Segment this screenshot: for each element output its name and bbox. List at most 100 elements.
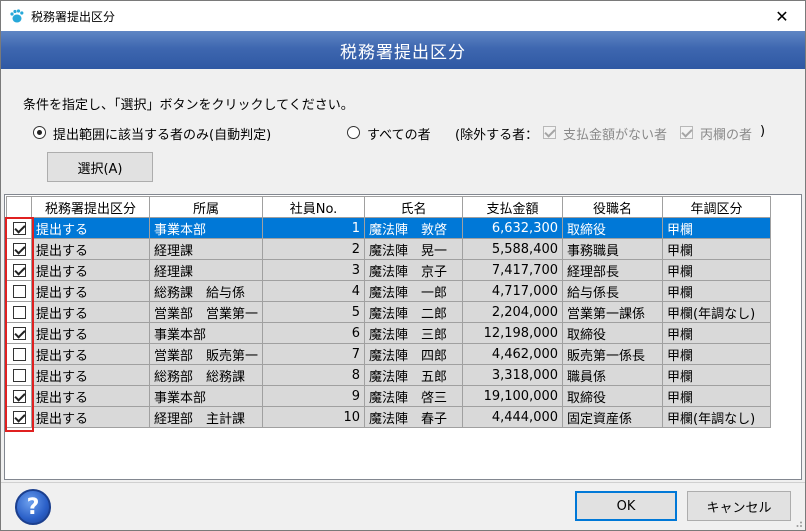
cell-no: 7 [262,343,366,365]
cell-amount: 4,717,000 [462,280,564,302]
row-checkbox[interactable] [12,368,26,382]
ok-button[interactable]: OK [575,491,677,521]
cell-dept: 営業部 販売第一 [148,343,264,365]
row-checkbox[interactable] [12,389,26,403]
exclude-nopay-checkbox[interactable] [543,126,556,139]
row-checkbox[interactable] [12,263,26,277]
table-row[interactable]: 提出する 営業部 営業第一 5 魔法陣 二郎 2,204,000 営業第一課係 甲欄(年調な… [6,301,772,323]
column-header[interactable] [6,196,32,218]
cell-title: 事務職員 [562,238,664,260]
cell-no: 8 [262,364,366,386]
cell-dept: 営業部 営業第一 [148,301,264,323]
row-checkbox-cell [6,238,32,260]
column-header[interactable]: 所属 [148,196,264,218]
employee-grid[interactable]: 税務署提出区分 所属 社員No. 氏名 支払金額 役職名 年調区分 提出する 事業本部 1 魔法陣… [4,194,802,480]
table-row[interactable]: 提出する 総務課 給与係 4 魔法陣 一郎 4,717,000 給与係長 甲欄 [6,280,772,302]
cell-no: 4 [262,280,366,302]
row-checkbox[interactable] [12,410,26,424]
help-icon: ? [26,494,40,520]
table-row[interactable]: 提出する 事業本部 1 魔法陣 敦啓 6,632,300 取締役 甲欄 [6,217,772,239]
cell-kubun: 提出する [31,322,150,344]
cancel-button[interactable]: キャンセル [687,491,791,521]
cell-amount: 5,588,400 [462,238,564,260]
table-row[interactable]: 提出する 経理部 主計課 10 魔法陣 春子 4,444,000 固定資産係 甲欄(年調なし… [6,406,772,428]
cell-kubun: 提出する [31,280,150,302]
cell-dept: 事業本部 [148,385,264,407]
column-header[interactable]: 税務署提出区分 [31,196,150,218]
cell-no: 10 [262,406,366,428]
dialog-window: 税務署提出区分 ✕ 税務署提出区分 条件を指定し、「選択」ボタンをクリックしてく… [0,0,806,531]
radio-all-label[interactable]: すべての者 [367,124,431,143]
row-checkbox[interactable] [12,326,26,340]
cell-name: 魔法陣 二郎 [364,301,464,323]
table-row[interactable]: 提出する 事業本部 9 魔法陣 啓三 19,100,000 取締役 甲欄 [6,385,772,407]
row-checkbox[interactable] [12,242,26,256]
cell-title: 取締役 [562,217,664,239]
cell-title: 販売第一係長 [562,343,664,365]
cell-dept: 総務課 給与係 [148,280,264,302]
row-checkbox[interactable] [12,347,26,361]
column-header[interactable]: 氏名 [364,196,464,218]
row-checkbox[interactable] [12,221,26,235]
row-checkbox-cell [6,406,32,428]
cell-nencho: 甲欄 [662,364,772,386]
select-button[interactable]: 選択(A) [47,152,153,182]
row-checkbox-cell [6,364,32,386]
row-checkbox-cell [6,259,32,281]
radio-all[interactable] [347,126,360,139]
row-checkbox[interactable] [12,305,26,319]
table-row[interactable]: 提出する 営業部 販売第一 7 魔法陣 四郎 4,462,000 販売第一係長 甲欄 [6,343,772,365]
radio-auto[interactable] [33,126,46,139]
column-header[interactable]: 役職名 [562,196,664,218]
cell-title: 経理部長 [562,259,664,281]
column-header[interactable]: 社員No. [262,196,366,218]
cell-dept: 事業本部 [148,217,264,239]
cell-dept: 経理課 [148,259,264,281]
resize-grip-icon[interactable] [793,518,803,528]
row-checkbox-cell [6,301,32,323]
cell-amount: 6,632,300 [462,217,564,239]
table-row[interactable]: 提出する 総務部 総務課 8 魔法陣 五郎 3,318,000 職員係 甲欄 [6,364,772,386]
exclude-label: (除外する者： [455,128,539,143]
cell-title: 取締役 [562,322,664,344]
row-checkbox-cell [6,385,32,407]
cell-nencho: 甲欄(年調なし) [662,406,772,428]
row-checkbox-cell [6,322,32,344]
cell-nencho: 甲欄(年調なし) [662,301,772,323]
cell-nencho: 甲欄 [662,385,772,407]
close-icon: ✕ [775,6,789,26]
cell-name: 魔法陣 五郎 [364,364,464,386]
column-header[interactable]: 年調区分 [662,196,772,218]
cell-nencho: 甲欄 [662,259,772,281]
cell-kubun: 提出する [31,217,150,239]
window-title: 税務署提出区分 [31,9,116,24]
cell-name: 魔法陣 京子 [364,259,464,281]
table-row[interactable]: 提出する 経理課 2 魔法陣 晃一 5,588,400 事務職員 甲欄 [6,238,772,260]
instruction-text: 条件を指定し、「選択」ボタンをクリックしてください。 [23,98,354,113]
close-button[interactable]: ✕ [759,1,805,31]
cell-title: 職員係 [562,364,664,386]
cell-kubun: 提出する [31,385,150,407]
table-row[interactable]: 提出する 事業本部 6 魔法陣 三郎 12,198,000 取締役 甲欄 [6,322,772,344]
column-header[interactable]: 支払金額 [462,196,564,218]
table-row[interactable]: 提出する 経理課 3 魔法陣 京子 7,417,700 経理部長 甲欄 [6,259,772,281]
cell-nencho: 甲欄 [662,238,772,260]
cell-no: 9 [262,385,366,407]
cell-nencho: 甲欄 [662,280,772,302]
footer-divider [1,482,805,483]
cell-amount: 7,417,700 [462,259,564,281]
row-checkbox[interactable] [12,284,26,298]
help-button[interactable]: ? [15,489,51,525]
cell-amount: 19,100,000 [462,385,564,407]
cell-name: 魔法陣 三郎 [364,322,464,344]
exclude-otsu-checkbox[interactable] [680,126,693,139]
cell-kubun: 提出する [31,238,150,260]
cell-title: 営業第一課係 [562,301,664,323]
cell-title: 給与係長 [562,280,664,302]
cell-title: 取締役 [562,385,664,407]
cell-amount: 2,204,000 [462,301,564,323]
radio-auto-label[interactable]: 提出範囲に該当する者のみ(自動判定) [53,124,271,143]
header-title: 税務署提出区分 [340,42,466,63]
cell-dept: 経理課 [148,238,264,260]
cell-name: 魔法陣 四郎 [364,343,464,365]
